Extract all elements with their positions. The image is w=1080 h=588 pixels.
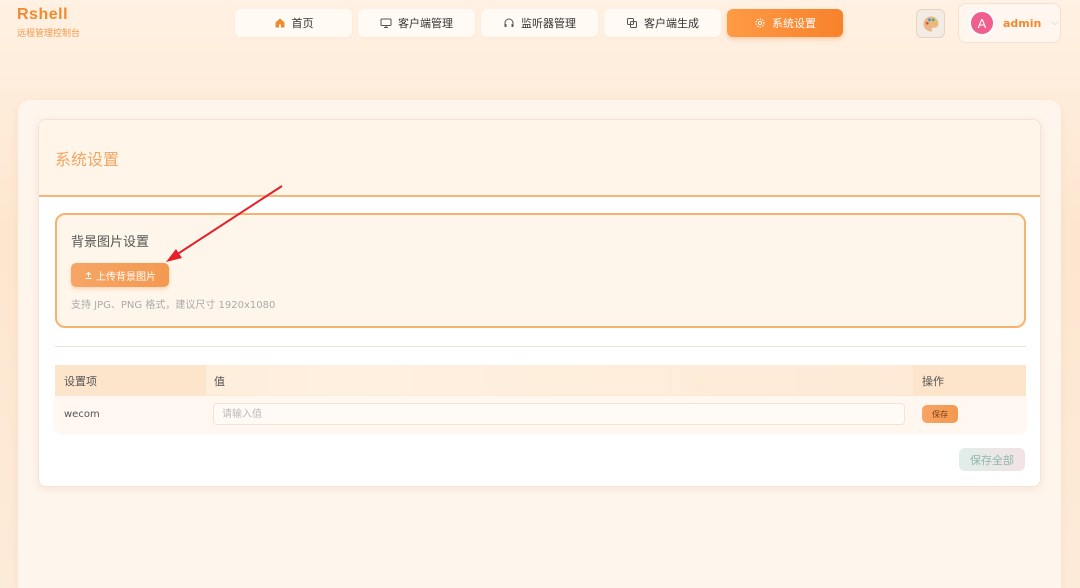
copy-icon [627, 18, 637, 28]
headphones-icon [504, 18, 514, 27]
user-name: admin [1003, 16, 1042, 30]
background-image-settings: 背景图片设置 上传背景图片 支持 JPG、PNG 格式，建议尺寸 1920x10… [55, 213, 1026, 328]
avatar: A [969, 10, 995, 36]
monitor-icon [380, 18, 392, 28]
palette-icon [923, 16, 938, 31]
save-row-button[interactable]: 保存 [922, 405, 958, 423]
card-header: 系统设置 [39, 120, 1040, 197]
nav-item-label: 首页 [291, 17, 314, 30]
brand-subtitle: 远程管理控制台 [17, 29, 81, 39]
nav-item-client-generation[interactable]: 客户端生成 [604, 9, 721, 37]
upload-hint: 支持 JPG、PNG 格式，建议尺寸 1920x1080 [71, 300, 276, 311]
user-menu[interactable]: A admin ⌵ [958, 3, 1061, 43]
page-title: 系统设置 [55, 149, 120, 169]
table-row: wecom 保存 [55, 396, 1026, 432]
nav-item-home[interactable]: 首页 [235, 9, 352, 37]
column-header-key: 设置项 [55, 365, 206, 396]
save-all-button[interactable]: 保存全部 [959, 448, 1025, 471]
theme-palette-button[interactable] [916, 9, 945, 38]
table-header: 设置项 值 操作 [55, 365, 1026, 396]
brand-title: Rshell [17, 6, 69, 23]
column-header-value: 值 [214, 374, 225, 388]
nav-item-label: 客户端生成 [644, 17, 699, 30]
section-title: 背景图片设置 [71, 235, 150, 250]
nav-item-label: 监听器管理 [521, 17, 576, 30]
main-nav: 首页 客户端管理 监听器管理 客户端生成 系统设置 [235, 9, 843, 37]
upload-background-button[interactable]: 上传背景图片 [71, 263, 169, 287]
setting-value-input[interactable] [213, 403, 905, 425]
home-icon [275, 18, 284, 28]
brand: Rshell 远程管理控制台 [17, 6, 80, 39]
nav-item-label: 系统设置 [772, 17, 816, 30]
upload-icon [85, 271, 92, 279]
nav-item-listener-management[interactable]: 监听器管理 [481, 9, 598, 37]
column-header-action: 操作 [913, 365, 1026, 396]
gear-icon [755, 18, 765, 28]
setting-action-cell: 保存 [913, 405, 1026, 423]
nav-item-client-management[interactable]: 客户端管理 [358, 9, 475, 37]
upload-button-label: 上传背景图片 [96, 271, 156, 283]
setting-value-cell [206, 403, 913, 425]
top-header: Rshell 远程管理控制台 首页 客户端管理 监听器管理 客户端生成 系统设置 [0, 0, 1080, 46]
nav-item-label: 客户端管理 [398, 17, 453, 30]
chevron-down-icon: ⌵ [1051, 18, 1059, 28]
settings-card: 系统设置 背景图片设置 上传背景图片 支持 JPG、PNG 格式，建议尺寸 19… [38, 119, 1041, 487]
settings-table: 设置项 值 操作 wecom 保存 [55, 365, 1026, 432]
nav-item-system-settings[interactable]: 系统设置 [727, 9, 843, 37]
setting-key: wecom [64, 408, 100, 420]
divider [55, 346, 1026, 347]
